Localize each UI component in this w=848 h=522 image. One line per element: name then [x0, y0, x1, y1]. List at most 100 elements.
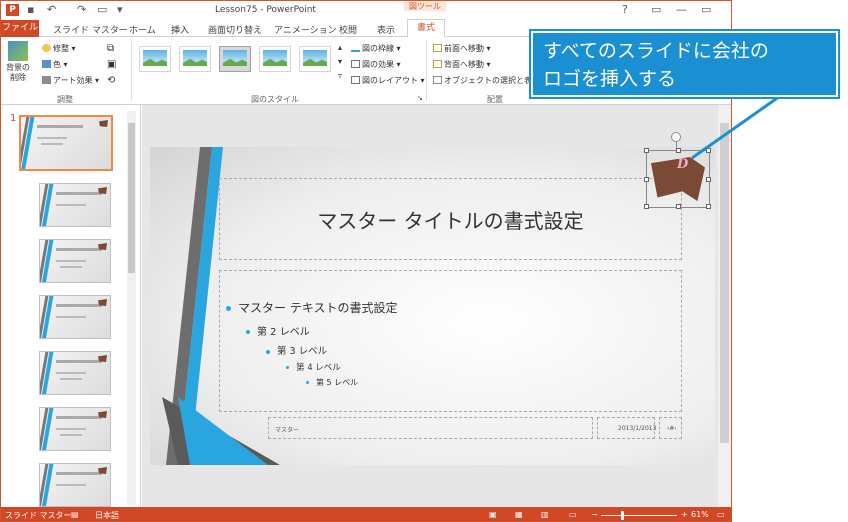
fit-to-window-icon[interactable]: ▭ — [717, 510, 725, 519]
reset-picture-icon[interactable]: ⟲ — [107, 75, 115, 86]
scrollbar-thumb[interactable] — [128, 123, 135, 273]
slide-number-text: ‹#› — [667, 425, 677, 432]
slideshow-icon[interactable]: ▭ — [569, 510, 577, 519]
callout-leader-line — [691, 92, 784, 160]
footer-placeholder[interactable]: マスター — [268, 417, 593, 439]
color-label: 色 ▾ — [53, 60, 68, 69]
callout-line-2: ロゴを挿入する — [543, 68, 677, 90]
help-icon[interactable]: ? — [622, 3, 628, 16]
picture-effects-label: 図の効果 ▾ — [362, 60, 401, 69]
color-icon — [42, 60, 51, 68]
tab-insert[interactable]: 挿入 — [171, 23, 189, 36]
bullet-text: 第 2 レベル — [257, 327, 310, 338]
instruction-callout: すべてのスライドに会社の ロゴを挿入する — [529, 29, 840, 99]
maximize-icon[interactable]: ▭ — [701, 3, 711, 16]
resize-handle[interactable] — [706, 204, 711, 209]
zoom-in-button[interactable]: + — [681, 510, 688, 519]
vertical-scrollbar[interactable] — [718, 105, 731, 507]
layout-thumbnail[interactable] — [39, 463, 111, 507]
bring-forward-button[interactable]: 前面へ移動 ▾ — [433, 43, 491, 54]
picture-style-5[interactable] — [299, 46, 331, 72]
bullet-text: 第 5 レベル — [316, 378, 359, 387]
zoom-level[interactable]: 61% — [691, 510, 709, 519]
corrections-button[interactable]: 修整 ▾ — [42, 43, 76, 54]
start-from-beginning-icon[interactable]: ▭ — [97, 3, 107, 16]
normal-view-icon[interactable]: ▣ — [489, 510, 497, 519]
picture-style-1[interactable] — [139, 46, 171, 72]
notes-icon[interactable]: ▤ — [71, 510, 79, 519]
artistic-effects-button[interactable]: アート効果 ▾ — [42, 75, 99, 86]
title-placeholder[interactable]: マスター タイトルの書式設定 — [219, 178, 682, 260]
view-indicator: スライド マスター — [5, 511, 72, 520]
layout-thumbnail[interactable] — [39, 183, 111, 227]
slide-number-placeholder[interactable]: ‹#› — [659, 417, 682, 439]
picture-style-4[interactable] — [259, 46, 291, 72]
send-backward-button[interactable]: 背面へ移動 ▾ — [433, 59, 491, 70]
tab-file[interactable]: ファイル — [1, 20, 39, 37]
undo-icon[interactable]: ↶ — [47, 3, 56, 16]
zoom-slider-thumb[interactable] — [621, 511, 624, 520]
ribbon-display-icon[interactable]: ▭ — [651, 3, 661, 16]
picture-border-button[interactable]: 図の枠線 ▾ — [351, 43, 401, 54]
selection-pane-button[interactable]: オブジェクトの選択と表示 — [433, 75, 540, 86]
reading-view-icon[interactable]: ▥ — [541, 510, 549, 519]
bullet-text: 第 3 レベル — [277, 346, 328, 357]
thumbnail-scrollbar[interactable] — [127, 111, 136, 505]
tab-format[interactable]: 書式 — [407, 19, 445, 38]
bring-forward-label: 前面へ移動 ▾ — [444, 44, 491, 53]
bullet-text: マスター テキストの書式設定 — [238, 301, 398, 315]
scrollbar-thumb[interactable] — [720, 123, 729, 443]
tab-review[interactable]: 校閲 — [339, 23, 357, 36]
tab-home[interactable]: ホーム — [129, 23, 156, 36]
rotate-handle-icon[interactable] — [671, 132, 681, 142]
slide-master-thumbnail[interactable] — [19, 115, 113, 171]
sun-icon — [42, 44, 51, 52]
slide-sorter-icon[interactable]: ▦ — [515, 510, 523, 519]
dialog-launcher-icon[interactable]: ↘ — [417, 94, 423, 102]
slide-master-canvas[interactable]: マスター タイトルの書式設定 マスター テキストの書式設定 第 2 レベル 第 … — [150, 147, 715, 465]
picture-border-icon — [351, 44, 360, 52]
resize-handle[interactable] — [644, 177, 649, 182]
tab-animations[interactable]: アニメーション — [274, 23, 337, 36]
zoom-out-button[interactable]: − — [591, 510, 598, 519]
picture-style-2[interactable] — [179, 46, 211, 72]
tab-slide-master[interactable]: スライド マスター — [53, 23, 128, 36]
send-backward-icon — [433, 60, 442, 68]
send-backward-label: 背面へ移動 ▾ — [444, 60, 491, 69]
save-icon[interactable]: ▪ — [27, 3, 34, 16]
compress-pictures-icon[interactable]: ⧉ — [107, 43, 114, 54]
body-placeholder[interactable]: マスター テキストの書式設定 第 2 レベル 第 3 レベル 第 4 レベル 第… — [219, 270, 682, 412]
minimize-icon[interactable]: — — [676, 3, 687, 16]
layout-thumbnail[interactable] — [39, 407, 111, 451]
group-separator — [426, 41, 427, 101]
picture-style-3[interactable] — [219, 46, 251, 72]
layout-thumbnail[interactable] — [39, 295, 111, 339]
gallery-down-icon[interactable]: ▾ — [338, 57, 342, 66]
picture-effects-icon — [351, 60, 360, 68]
picture-layout-label: 図のレイアウト ▾ — [362, 76, 425, 85]
resize-handle[interactable] — [706, 177, 711, 182]
color-button[interactable]: 色 ▾ — [42, 59, 68, 70]
gallery-up-icon[interactable]: ▴ — [338, 43, 342, 52]
tab-transitions[interactable]: 画面切り替え — [208, 23, 262, 36]
remove-background-button[interactable]: 背景の 削除 — [5, 41, 31, 91]
change-picture-icon[interactable]: ▣ — [107, 59, 116, 70]
redo-icon[interactable]: ↷ — [77, 3, 86, 16]
picture-layout-button[interactable]: 図のレイアウト ▾ — [351, 75, 425, 86]
layout-thumbnail[interactable] — [39, 239, 111, 283]
picture-effects-button[interactable]: 図の効果 ▾ — [351, 59, 401, 70]
arrange-group-label: 配置 — [487, 95, 503, 104]
resize-handle[interactable] — [676, 148, 681, 153]
layout-thumbnail[interactable] — [39, 351, 111, 395]
resize-handle[interactable] — [644, 204, 649, 209]
customize-qat-icon[interactable]: ▾ — [117, 3, 123, 16]
resize-handle[interactable] — [676, 204, 681, 209]
tab-view[interactable]: 表示 — [377, 23, 395, 36]
zoom-slider[interactable] — [601, 515, 677, 516]
date-placeholder[interactable]: 2013/1/2013 — [597, 417, 656, 439]
language-indicator[interactable]: 日本語 — [95, 510, 119, 521]
resize-handle[interactable] — [644, 148, 649, 153]
logo-letter: D — [677, 157, 689, 172]
selection-pane-icon — [433, 76, 442, 84]
gallery-more-icon[interactable]: ▿ — [338, 71, 342, 80]
